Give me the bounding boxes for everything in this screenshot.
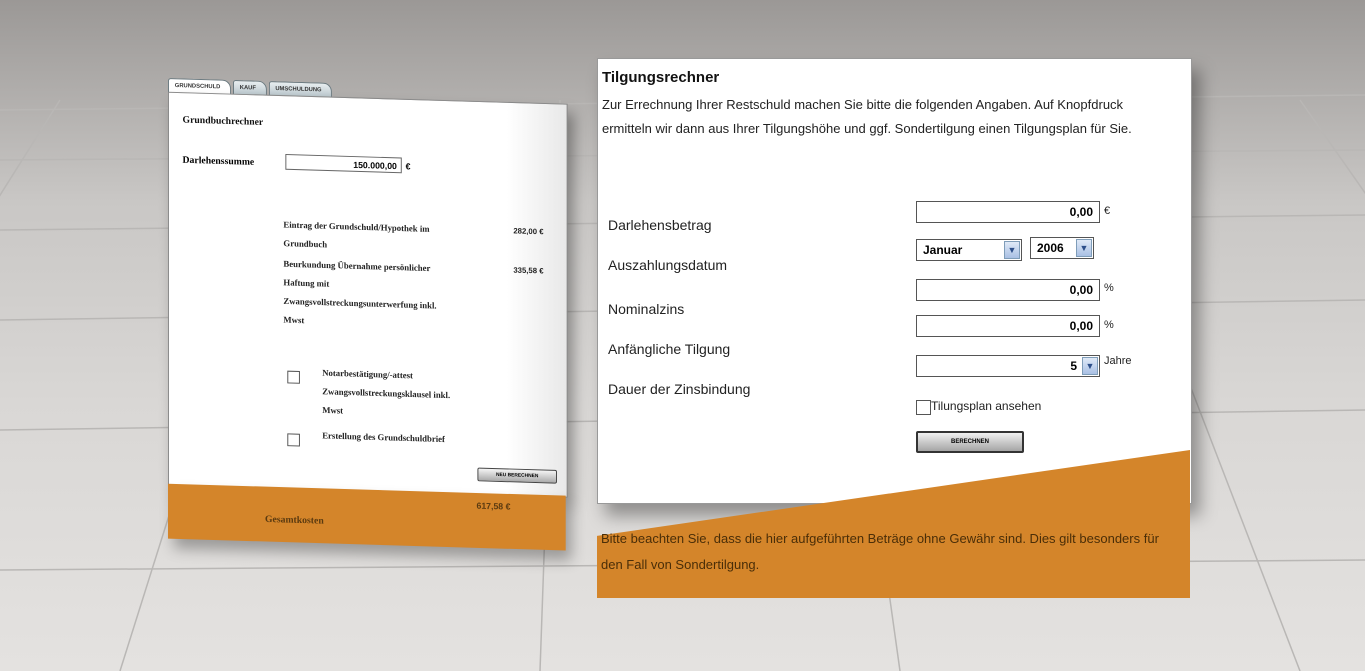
currency-label: € [1104,205,1111,217]
plan-checkbox-label: Tilungsplan ansehen [931,399,1042,413]
percent-label: % [1104,282,1114,294]
option-label: Erstellung des Grundschuldbrief [322,430,445,445]
darlehensbetrag-input[interactable]: 0,00 [916,201,1100,223]
chevron-down-icon: ▼ [1082,357,1098,375]
disclaimer-text: Bitte beachten Sie, dass die hier aufgef… [601,531,1159,572]
year-select[interactable]: 2006 ▼ [1030,237,1094,259]
notar-checkbox[interactable] [287,370,300,384]
tilgung-input[interactable]: 0,00 [916,315,1100,337]
currency-label: € [405,161,411,172]
fee-label: Beurkundung Übernahme persönlicher Haftu… [283,258,437,326]
option-label: Notarbestätigung/-attest Zwangsvollstrec… [322,367,451,416]
zinsbindung-select[interactable]: 5 ▼ [916,355,1100,377]
total-value: 617,58 € [476,500,511,512]
grundbuchrechner-panel: GRUNDSCHULD KAUF UMSCHULDUNG Grundbuchre… [168,78,568,551]
grundschuldbrief-checkbox[interactable] [287,433,300,447]
chevron-down-icon: ▼ [1004,241,1020,259]
panel-title: Tilgungsrechner [602,69,720,86]
nominalzins-input[interactable]: 0,00 [916,279,1100,301]
tilgung-label: Anfängliche Tilgung [608,341,731,357]
total-label: Gesamtkosten [265,514,324,527]
tilgung-form: Tilgungsrechner Zur Errechnung Ihrer Res… [597,58,1192,504]
grundbuch-form: Grundbuchrechner Darlehenssumme 150.000,… [168,91,568,498]
auszahlungsdatum-label: Auszahlungsdatum [608,257,728,273]
calculate-button[interactable]: BERECHNEN [916,431,1024,453]
nominalzins-label: Nominalzins [608,301,685,317]
fee-amount: 335,58 € [513,265,544,276]
percent-label: % [1104,319,1114,331]
panel-title: Grundbuchrechner [182,114,264,128]
years-label: Jahre [1104,355,1132,367]
zinsbindung-label: Dauer der Zinsbindung [608,381,751,397]
fee-amount: 282,00 € [513,226,544,237]
recalculate-button[interactable]: NEU BERECHNEN [477,467,557,484]
plan-checkbox[interactable] [916,400,931,415]
description-text: Zur Errechnung Ihrer Restschuld machen S… [602,97,1132,136]
loan-label: Darlehenssumme [182,154,255,168]
fee-label: Eintrag der Grundschuld/Hypothek im Grun… [283,219,430,250]
tilgungsrechner-panel: Tilgungsrechner Zur Errechnung Ihrer Res… [597,58,1192,598]
loan-input[interactable]: 150.000,00 [285,154,402,174]
chevron-down-icon: ▼ [1076,239,1092,257]
darlehensbetrag-label: Darlehensbetrag [608,217,712,233]
month-select[interactable]: Januar ▼ [916,239,1022,261]
total-footer: Gesamtkosten 617,58 € [168,483,566,551]
